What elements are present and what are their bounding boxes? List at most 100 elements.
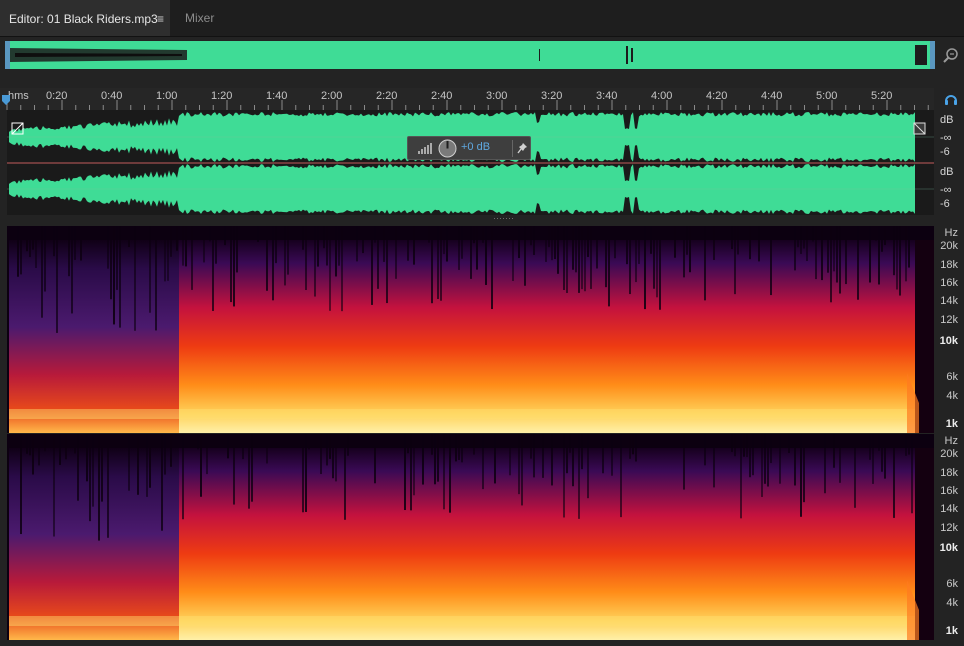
overview-navigator[interactable] bbox=[6, 41, 934, 69]
spectral-column bbox=[341, 226, 343, 312]
headphones-icon[interactable] bbox=[944, 92, 958, 106]
spectral-column bbox=[881, 434, 883, 472]
hz-label: 18k bbox=[940, 466, 958, 479]
volume-knob-icon[interactable] bbox=[438, 139, 457, 158]
spectral-column bbox=[734, 226, 736, 295]
spectral-display-right[interactable] bbox=[7, 434, 934, 640]
spectral-column bbox=[713, 226, 715, 260]
spectral-column bbox=[869, 226, 871, 283]
hz-label: 10k bbox=[939, 542, 958, 555]
spectral-column bbox=[509, 434, 511, 476]
spectral-column bbox=[683, 226, 685, 278]
spectral-column bbox=[65, 434, 67, 460]
spectral-column bbox=[98, 434, 100, 541]
hz-label: 6k bbox=[946, 578, 958, 591]
spectral-column bbox=[287, 226, 289, 275]
spectral-column bbox=[836, 226, 838, 283]
spectral-column bbox=[893, 434, 895, 518]
spectral-column bbox=[170, 434, 172, 467]
hz-label: 4k bbox=[946, 597, 958, 610]
spectral-column bbox=[752, 434, 754, 476]
hz-label: 1k bbox=[945, 625, 958, 638]
spectral-column bbox=[431, 434, 433, 455]
spectral-column bbox=[257, 226, 259, 242]
spectral-quiet-region bbox=[9, 240, 179, 433]
panel-resize-grip[interactable] bbox=[494, 217, 516, 221]
spectral-column bbox=[251, 434, 253, 502]
spectral-column bbox=[908, 226, 910, 268]
spectral-column bbox=[650, 226, 652, 254]
spectral-column bbox=[626, 226, 628, 265]
spectral-column bbox=[128, 226, 130, 247]
hz-label: 12k bbox=[940, 314, 958, 326]
spectral-column bbox=[164, 434, 166, 475]
volume-value: +0 dB bbox=[461, 141, 491, 153]
spectral-column bbox=[545, 226, 547, 262]
spectral-column bbox=[653, 226, 655, 289]
spectral-display-left[interactable] bbox=[7, 226, 934, 433]
hz-label: 4k bbox=[946, 390, 958, 402]
spectral-column bbox=[473, 434, 475, 455]
spectral-column bbox=[635, 434, 637, 462]
tab-editor[interactable]: Editor: 01 Black Riders.mp3 ≡ bbox=[0, 0, 170, 36]
db-unit-top: dB bbox=[940, 114, 954, 126]
spectral-column bbox=[584, 226, 586, 292]
spectral-column bbox=[629, 434, 631, 459]
spectral-column bbox=[878, 226, 880, 285]
spectral-column bbox=[320, 434, 322, 475]
spectral-column bbox=[41, 226, 43, 318]
tab-mixer[interactable]: Mixer bbox=[171, 0, 251, 36]
overview-end-handle[interactable] bbox=[930, 41, 935, 69]
spectral-column bbox=[524, 226, 526, 286]
spectral-column bbox=[44, 434, 46, 452]
spectrogram-left bbox=[7, 226, 934, 433]
spectral-column bbox=[899, 226, 901, 296]
spectral-column bbox=[731, 434, 733, 452]
spectral-column bbox=[713, 434, 715, 488]
spectral-column bbox=[413, 434, 415, 496]
spectral-column bbox=[431, 226, 433, 304]
spectral-column bbox=[770, 226, 772, 296]
waveform-display[interactable] bbox=[7, 110, 934, 215]
spectral-column bbox=[29, 226, 31, 258]
spectral-column bbox=[200, 434, 202, 497]
playhead-marker-icon[interactable] bbox=[2, 95, 10, 105]
spectral-column bbox=[335, 434, 337, 482]
spectral-column bbox=[344, 434, 346, 520]
spectral-column bbox=[611, 434, 613, 476]
hz-label: 16k bbox=[940, 484, 958, 497]
spectral-column bbox=[53, 434, 55, 537]
spectral-column bbox=[563, 226, 565, 290]
volume-hud[interactable]: +0 dB bbox=[407, 136, 531, 160]
spectral-column bbox=[110, 226, 112, 300]
spectral-column bbox=[590, 226, 592, 289]
spectral-column bbox=[74, 434, 76, 454]
waveform-channels bbox=[7, 112, 934, 214]
spectral-column bbox=[410, 434, 412, 511]
spectral-column bbox=[749, 434, 751, 478]
spectral-column bbox=[377, 226, 379, 289]
hud-divider bbox=[512, 140, 513, 157]
spectral-column bbox=[476, 226, 478, 270]
zoom-icon[interactable] bbox=[942, 46, 960, 64]
pin-icon[interactable] bbox=[517, 142, 528, 154]
spectral-column bbox=[596, 226, 598, 269]
spectral-column bbox=[569, 434, 571, 453]
spectral-column bbox=[788, 434, 790, 453]
spectral-column bbox=[608, 226, 610, 307]
spectral-column bbox=[113, 226, 115, 325]
spectral-column bbox=[518, 434, 520, 495]
db-inf-top: -∞ bbox=[940, 132, 952, 144]
spectral-column bbox=[794, 226, 796, 271]
spectral-column bbox=[575, 226, 577, 273]
panel-menu-icon[interactable]: ≡ bbox=[157, 3, 164, 35]
time-ruler[interactable]: hms 0:20 0:40 1:00 1:20 1:40 2:00 2:20 2:40 3:00… bbox=[0, 88, 934, 110]
spectral-column bbox=[884, 226, 886, 246]
overview-start-handle[interactable] bbox=[5, 41, 10, 69]
spectral-column bbox=[422, 434, 424, 485]
spectral-column bbox=[731, 226, 733, 250]
spectral-column bbox=[830, 226, 832, 303]
spectral-column bbox=[203, 226, 205, 263]
spectral-column bbox=[272, 226, 274, 301]
spectral-column bbox=[59, 434, 61, 465]
